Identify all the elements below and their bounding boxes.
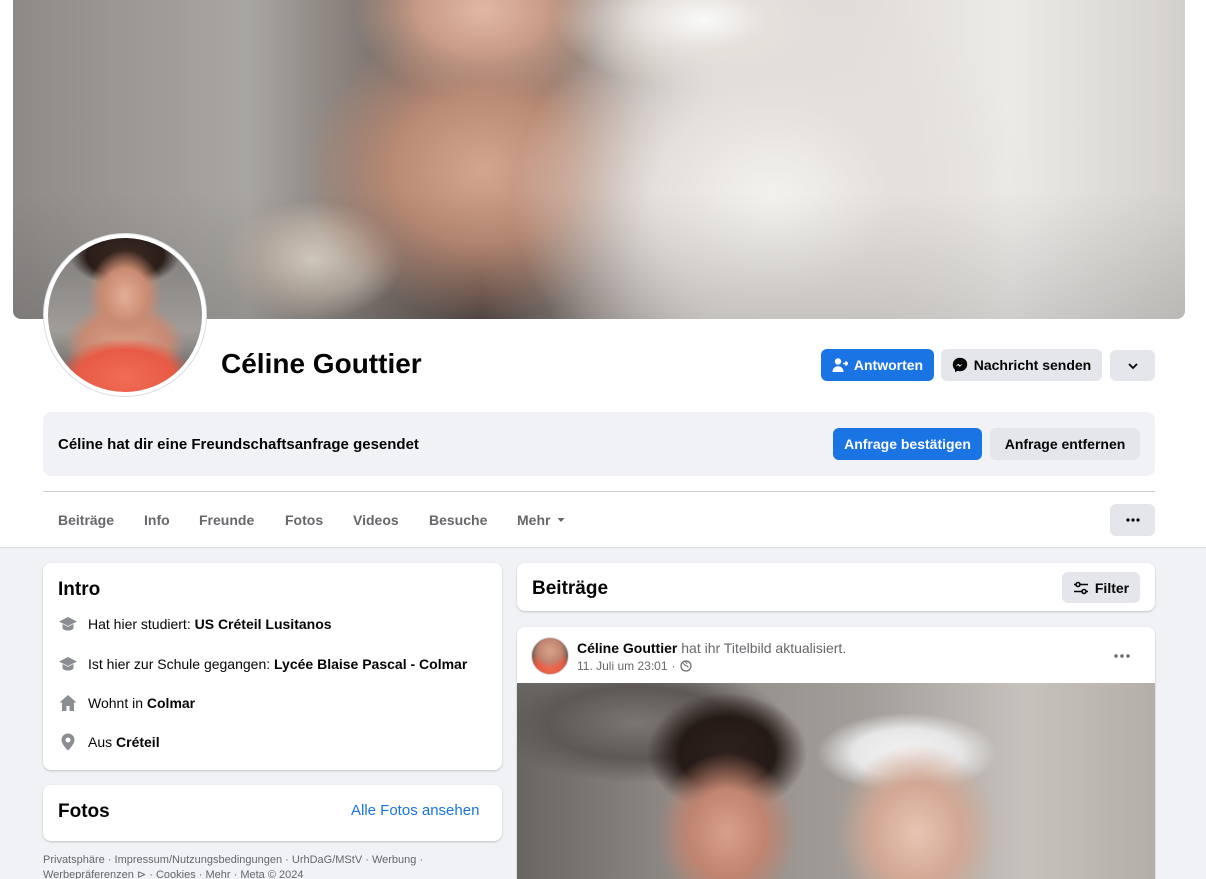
tab-info[interactable]: Info [144,512,170,528]
photos-title: Fotos [58,801,110,822]
all-photos-link[interactable]: Alle Fotos ansehen [351,802,479,819]
ad-choices-icon: ⊳ [136,869,147,879]
location-pin-icon [58,732,78,752]
person-reply-icon [832,358,848,372]
ellipsis-icon [1114,654,1130,658]
caret-down-icon [557,518,565,522]
intro-item-lives: Wohnt in Colmar [58,693,195,713]
remove-request-button[interactable]: Anfrage entfernen [990,428,1140,460]
send-message-button[interactable]: Nachricht senden [941,349,1102,381]
intro-item-from: Aus Créteil [58,732,160,752]
chevron-down-icon [1127,362,1138,369]
graduation-cap-icon [58,614,78,634]
tab-visits[interactable]: Besuche [429,512,487,528]
sliders-icon [1073,581,1088,594]
post-author-name[interactable]: Céline Gouttier [577,640,677,656]
footer-link-urhdag[interactable]: UrhDaG/MStV [292,854,362,866]
intro-item-school-prefix: Ist hier zur Schule gegangen: [88,656,275,672]
footer-link-ads[interactable]: Werbung [372,854,416,866]
intro-item-studied: Hat hier studiert: US Créteil Lusitanos [58,614,332,634]
profile-picture[interactable] [48,238,202,392]
home-icon [58,693,78,713]
intro-item-studied-prefix: Hat hier studiert: [88,616,195,632]
tab-posts[interactable]: Beiträge [58,512,114,528]
tab-more[interactable]: Mehr [517,512,566,528]
friend-request-text: Céline hat dir eine Freundschaftsanfrage… [58,436,419,453]
tab-friends[interactable]: Freunde [199,512,254,528]
profile-name: Céline Gouttier [221,348,422,379]
intro-title: Intro [58,579,101,600]
globe-icon [679,660,692,672]
nav-divider [43,491,1155,492]
send-message-label: Nachricht senden [973,357,1092,373]
tab-more-label: Mehr [517,512,551,528]
more-actions-dropdown-button[interactable] [1110,350,1155,381]
footer-link-imprint[interactable]: Impressum/Nutzungsbedingungen [115,854,283,866]
intro-item-studied-value[interactable]: US Créteil Lusitanos [195,616,332,632]
post-timestamp[interactable]: 11. Juli um 23:01 [577,659,668,673]
footer-link-more[interactable]: Mehr [206,869,231,879]
ellipsis-icon [1125,518,1140,522]
intro-item-lives-value[interactable]: Colmar [147,695,195,711]
footer-link-cookies[interactable]: Cookies [156,869,196,879]
post-author-avatar[interactable] [531,637,569,675]
footer-link-privacy[interactable]: Privatsphäre [43,854,105,866]
intro-item-lives-prefix: Wohnt in [88,695,147,711]
post-options-button[interactable] [1108,644,1136,668]
filter-button-label: Filter [1094,579,1130,596]
intro-item-from-prefix: Aus [88,734,117,750]
post-image[interactable] [517,683,1155,879]
reply-button-label: Antworten [853,357,924,373]
tab-videos[interactable]: Videos [353,512,399,528]
reply-button[interactable]: Antworten [821,349,934,381]
posts-title: Beiträge [532,578,609,599]
filter-button[interactable]: Filter [1062,572,1140,603]
footer-copyright: Meta © 2024 [240,869,304,879]
posts-header-card [517,563,1155,611]
messenger-icon [952,357,967,373]
footer-link-ad-preferences[interactable]: Werbepräferenzen [43,869,134,879]
intro-item-from-value[interactable]: Créteil [116,734,160,750]
post-header-line: Céline Gouttier hat ihr Titelbild aktual… [577,640,846,656]
intro-item-school: Ist hier zur Schule gegangen: Lycée Blai… [58,654,467,674]
meta-separator: · [671,659,676,673]
tab-photos[interactable]: Fotos [285,512,323,528]
confirm-request-button[interactable]: Anfrage bestätigen [833,428,982,460]
footer-links: Privatsphäre · Impressum/Nutzungsbedingu… [43,854,424,879]
nav-more-options-button[interactable] [1110,504,1155,536]
intro-item-school-value[interactable]: Lycée Blaise Pascal - Colmar [274,656,467,672]
graduation-cap-icon [58,654,78,674]
post-action-text: hat ihr Titelbild aktualisiert. [681,640,847,656]
post-meta: 11. Juli um 23:01 · [577,659,692,673]
